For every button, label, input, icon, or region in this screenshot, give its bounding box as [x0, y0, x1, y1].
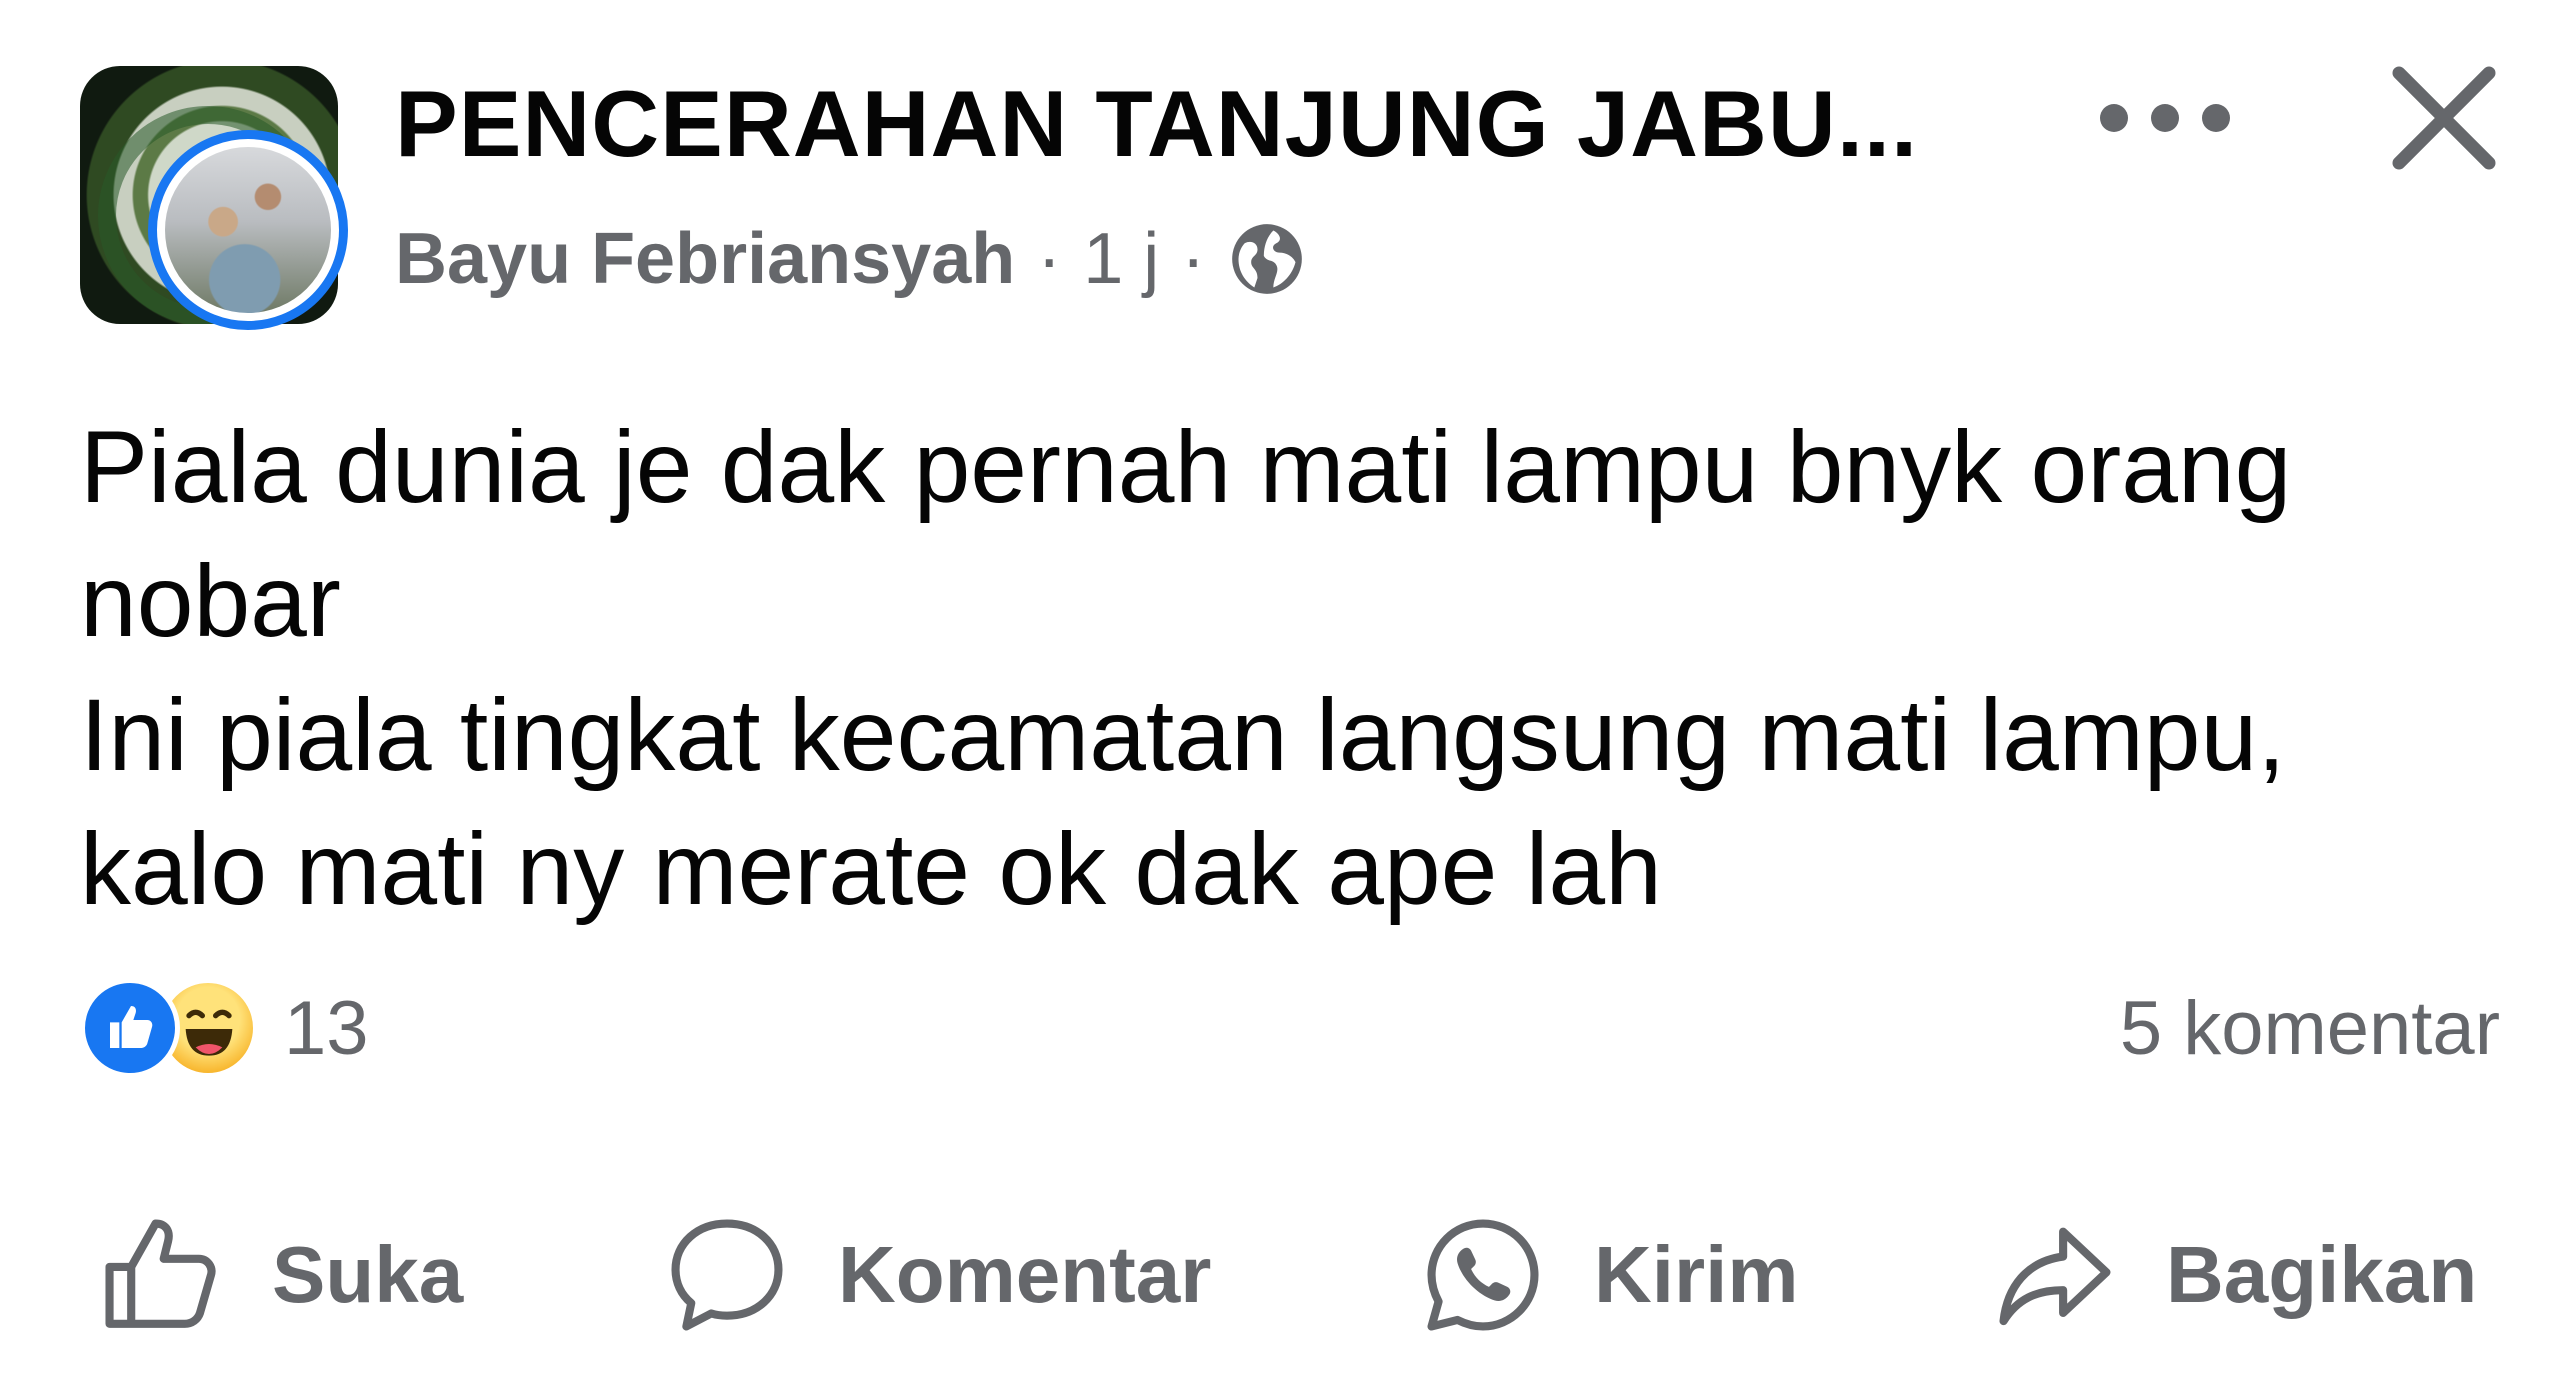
reactions-summary[interactable]: 13: [80, 978, 369, 1078]
post-text-line: kalo mati ny merate ok dak ape lah: [80, 812, 1662, 926]
share-label: Bagikan: [2166, 1230, 2478, 1319]
like-reaction-icon: [80, 978, 180, 1078]
post-time[interactable]: 1 j: [1083, 218, 1159, 300]
more-options-button[interactable]: [2100, 88, 2230, 148]
send-button[interactable]: Kirim: [1418, 1200, 1799, 1350]
group-name[interactable]: PENCERAHAN TANJUNG JABU...: [395, 70, 1918, 178]
author-photo: [165, 147, 331, 313]
reaction-count: 13: [284, 985, 369, 1071]
comment-label: Komentar: [838, 1230, 1212, 1319]
post-text: Piala dunia je dak pernah mati lampu bny…: [80, 400, 2500, 936]
more-dots-icon: [2100, 104, 2128, 132]
thumbs-up-icon: [105, 1219, 216, 1328]
post-text-line: Piala dunia je dak pernah mati lampu bny…: [80, 410, 2292, 524]
globe-icon: [1232, 224, 1303, 294]
comment-icon: [671, 1219, 783, 1331]
whatsapp-icon: [1427, 1219, 1539, 1331]
comment-button[interactable]: Komentar: [662, 1200, 1211, 1350]
more-dots-icon: [2202, 104, 2230, 132]
action-bar: Suka Komentar Kirim Bagikan: [0, 1200, 2560, 1350]
author-avatar[interactable]: [148, 130, 348, 330]
send-label: Kirim: [1594, 1230, 1799, 1319]
facebook-post: PENCERAHAN TANJUNG JABU... Bayu Febrians…: [0, 0, 2560, 1380]
post-text-line: Ini piala tingkat kecamatan langsung mat…: [80, 678, 2286, 792]
like-label: Suka: [272, 1230, 464, 1319]
post-meta: Bayu Febriansyah · 1 j ·: [395, 218, 1305, 300]
meta-separator: ·: [1181, 219, 1206, 299]
author-name[interactable]: Bayu Febriansyah: [395, 218, 1015, 300]
share-button[interactable]: Bagikan: [1990, 1200, 2477, 1350]
share-icon: [1999, 1227, 2111, 1326]
close-icon[interactable]: [2384, 58, 2504, 178]
comments-count[interactable]: 5 komentar: [2120, 985, 2500, 1072]
more-dots-icon: [2151, 104, 2179, 132]
like-button[interactable]: Suka: [96, 1200, 463, 1350]
post-text-line: nobar: [80, 544, 341, 658]
meta-separator: ·: [1037, 219, 1062, 299]
